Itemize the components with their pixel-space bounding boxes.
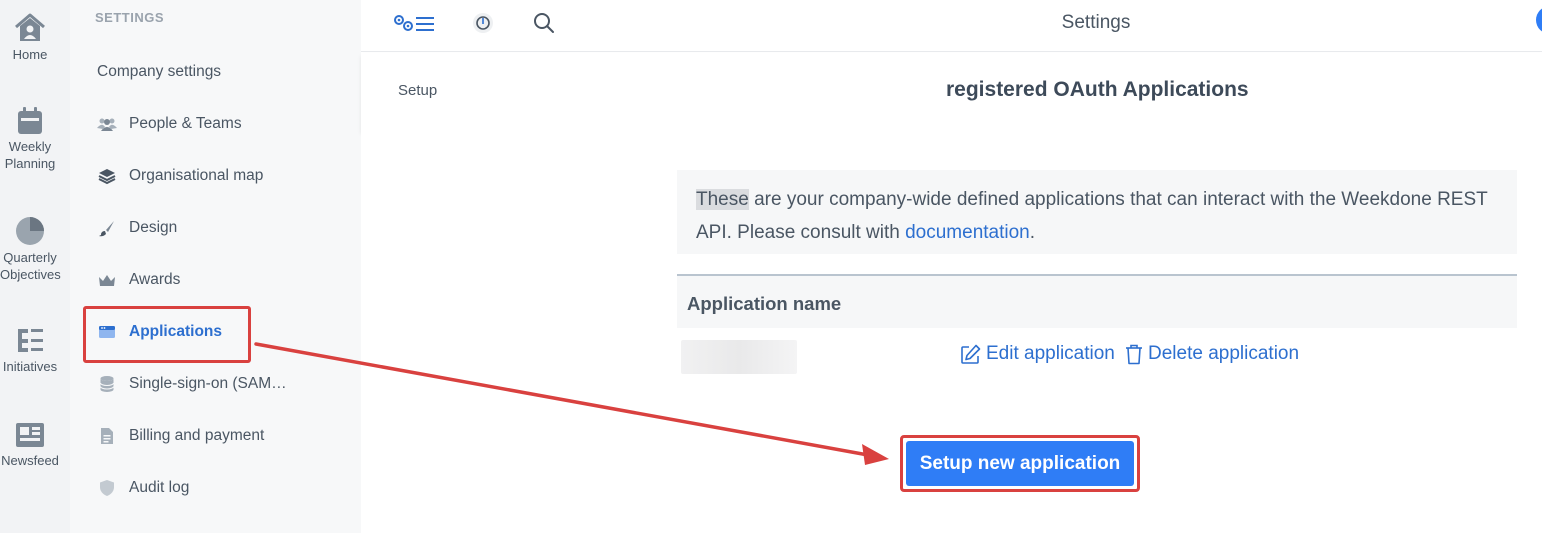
- sidebar-item-awards[interactable]: Awards: [97, 267, 180, 293]
- info-highlighted-word: These: [696, 189, 749, 210]
- page-title: Settings: [1061, 12, 1131, 33]
- nav-newsfeed-label: Newsfeed: [1, 453, 59, 468]
- nav-home-label: Home: [12, 47, 48, 62]
- main-nav: Home Weekly Planning Quarterly Objective…: [0, 0, 70, 533]
- people-icon: [97, 114, 117, 134]
- newspaper-icon: [16, 423, 44, 447]
- shield-icon: [97, 478, 117, 498]
- sidebar-item-label: Company settings: [97, 63, 222, 80]
- sidebar-item-label: Design: [129, 219, 178, 236]
- nav-initiatives-label: Initiatives: [2, 359, 58, 374]
- nav-quarterly-objectives[interactable]: Quarterly Objectives: [0, 215, 61, 283]
- edit-application-label: Edit application: [986, 343, 1115, 364]
- section-heading: registered OAuth Applications: [946, 78, 1249, 101]
- sidebar-item-label: Billing and payment: [129, 427, 265, 444]
- nav-initiatives[interactable]: Initiatives: [0, 326, 60, 375]
- info-text-end: .: [1029, 222, 1036, 243]
- settings-sidebar: SETTINGS Company settings People & Teams: [70, 0, 361, 533]
- sidebar-heading: SETTINGS: [95, 10, 165, 25]
- sidebar-item-single-sign-on[interactable]: Single-sign-on (SAM…: [97, 371, 287, 397]
- annotation-highlight-applications: [83, 306, 251, 363]
- annotation-highlight-cta: Setup new application: [900, 435, 1140, 492]
- sidebar-item-organisational-map[interactable]: Organisational map: [97, 163, 263, 189]
- delete-application-label: Delete application: [1148, 343, 1300, 364]
- pie-chart-icon: [16, 217, 44, 245]
- info-box: These are your company-wide defined appl…: [677, 170, 1517, 254]
- nav-newsfeed[interactable]: Newsfeed: [0, 420, 60, 469]
- breadcrumb[interactable]: Setup: [398, 82, 437, 99]
- document-icon: [97, 426, 117, 446]
- brush-icon: [97, 218, 117, 238]
- sidebar-item-billing-payment[interactable]: Billing and payment: [97, 423, 264, 449]
- sidebar-item-label: People & Teams: [129, 115, 242, 132]
- sidebar-item-design[interactable]: Design: [97, 215, 177, 241]
- sidebar-item-label: Organisational map: [129, 167, 264, 184]
- sidebar-item-company-settings[interactable]: Company settings: [97, 59, 221, 85]
- sidebar-item-label: Awards: [129, 271, 181, 288]
- delete-application-link[interactable]: Delete application: [1125, 343, 1299, 365]
- edit-icon: [961, 344, 981, 364]
- nav-home[interactable]: Home: [0, 12, 60, 63]
- trash-icon: [1126, 344, 1142, 364]
- top-bar: Settings: [361, 0, 1542, 52]
- home-icon: [15, 13, 45, 41]
- edit-application-link[interactable]: Edit application: [960, 343, 1115, 365]
- calendar-icon: [18, 107, 42, 134]
- nav-quarterly-objectives-label: Quarterly Objectives: [0, 250, 61, 282]
- sidebar-item-audit-log[interactable]: Audit log: [97, 475, 189, 501]
- nav-weekly-planning[interactable]: Weekly Planning: [0, 106, 60, 172]
- sidebar-item-people-teams[interactable]: People & Teams: [97, 111, 242, 137]
- crown-icon: [97, 270, 117, 290]
- table-header: Application name: [677, 274, 1517, 328]
- layers-icon: [97, 166, 117, 186]
- setup-new-application-button[interactable]: Setup new application: [906, 441, 1134, 486]
- info-text: are your company-wide defined applicatio…: [696, 189, 1488, 243]
- tree-list-icon: [18, 329, 43, 352]
- sidebar-item-label: Audit log: [129, 479, 190, 496]
- nav-weekly-planning-label: Weekly Planning: [4, 139, 56, 171]
- application-name-redacted: [681, 340, 797, 374]
- column-header-application-name: Application name: [687, 293, 842, 314]
- documentation-link[interactable]: documentation: [905, 222, 1030, 243]
- database-icon: [97, 374, 117, 394]
- sub-header: Setup registered OAuth Applications: [361, 53, 1542, 131]
- sidebar-item-label: Single-sign-on (SAM…: [129, 375, 287, 392]
